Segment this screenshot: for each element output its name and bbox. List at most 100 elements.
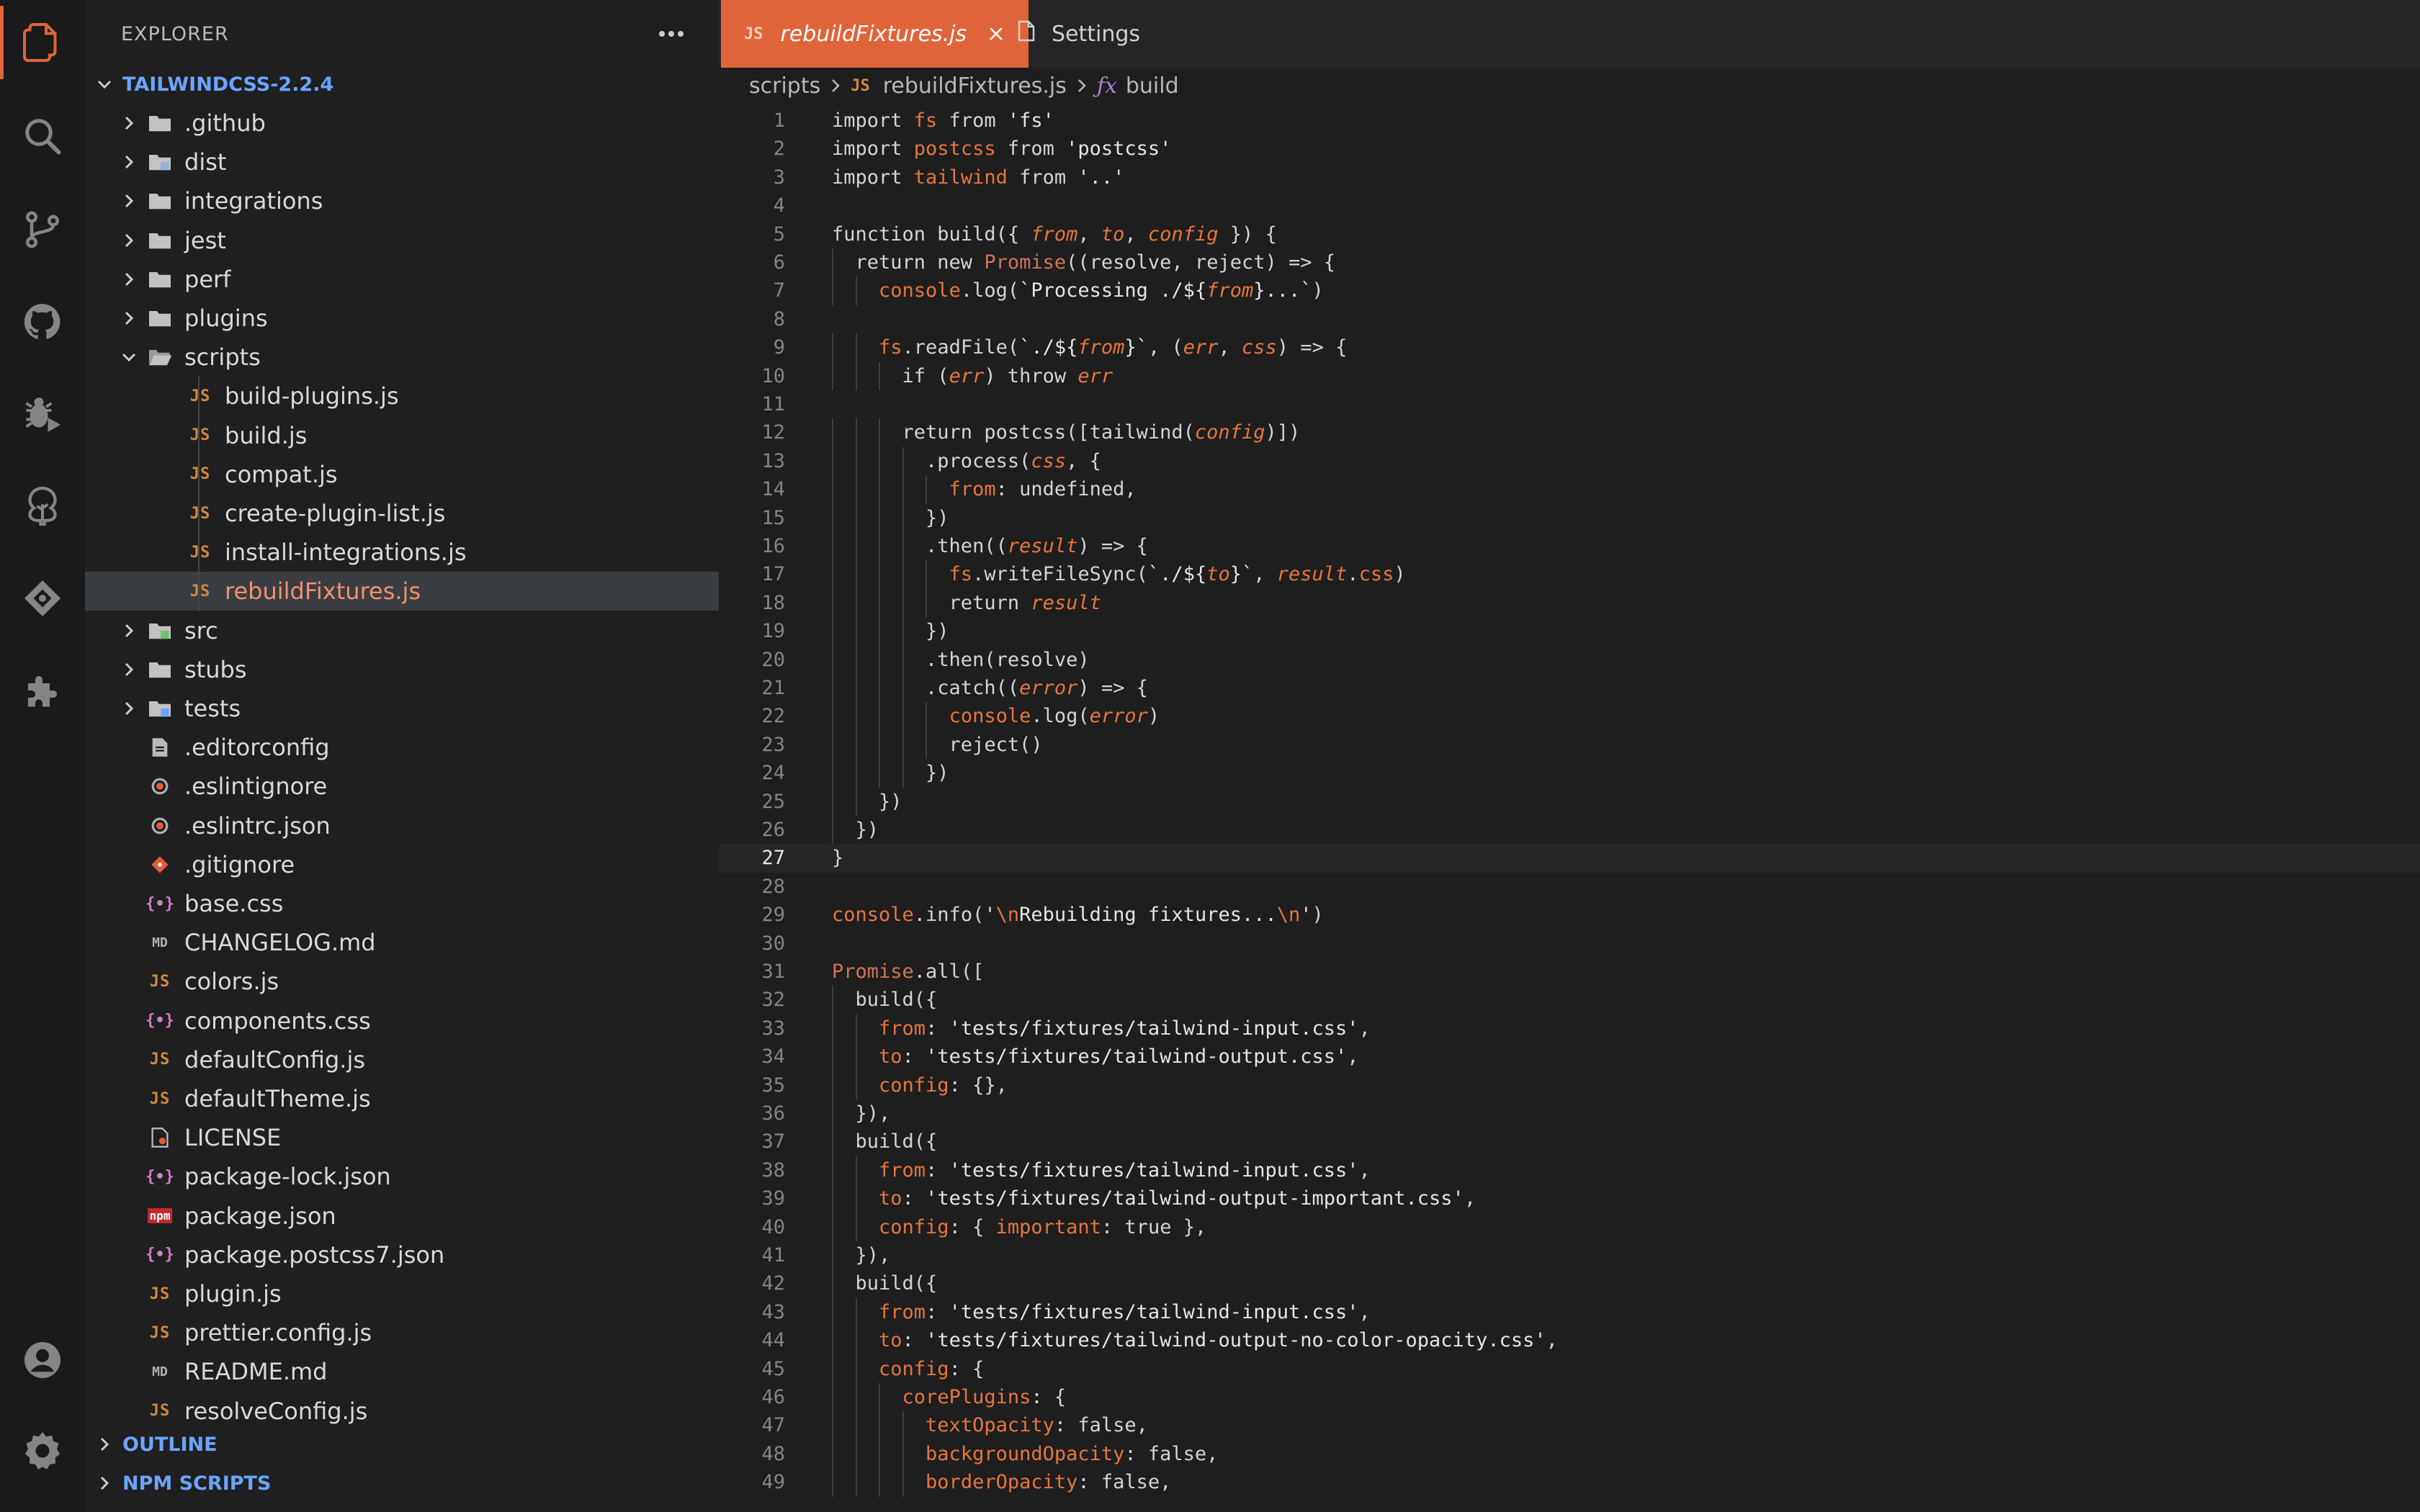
code-line[interactable]: 23 reject() (719, 730, 2420, 760)
file-item[interactable]: JS plugin.js (85, 1274, 719, 1313)
source-control-icon[interactable] (0, 187, 85, 272)
code-line[interactable]: 9 fs.readFile(`./${from}`, (err, css) =>… (719, 333, 2420, 362)
code-line[interactable]: 4 (719, 192, 2420, 220)
code-line[interactable]: 27} (719, 844, 2420, 873)
code-line[interactable]: 43 from: 'tests/fixtures/tailwind-input.… (719, 1297, 2420, 1327)
file-item[interactable]: JS colors.js (85, 962, 719, 1001)
file-item[interactable]: {•} components.css (85, 1002, 719, 1040)
file-item[interactable]: {•} package.postcss7.json (85, 1236, 719, 1274)
file-item[interactable]: {•} package-lock.json (85, 1157, 719, 1196)
code-line[interactable]: 25 }) (719, 787, 2420, 816)
file-item[interactable]: JS compat.js (85, 455, 719, 494)
gitkraken-icon[interactable] (0, 556, 85, 641)
search-icon[interactable] (0, 94, 85, 179)
breadcrumb-file[interactable]: rebuildFixtures.js (883, 73, 1067, 99)
code-line[interactable]: 1 import fs from 'fs' (719, 107, 2420, 135)
file-item[interactable]: .eslintignore (85, 767, 719, 806)
file-item[interactable]: {•} base.css (85, 884, 719, 923)
code-line[interactable]: 42 build({ (719, 1269, 2420, 1298)
code-line[interactable]: 45 config: { (719, 1354, 2420, 1383)
code-line[interactable]: 22 console.log(error) (719, 702, 2420, 731)
code-line[interactable]: 15 }) (719, 503, 2420, 532)
code-line[interactable]: 18 return result (719, 588, 2420, 618)
code-line[interactable]: 49 borderOpacity: false, (719, 1468, 2420, 1497)
file-item[interactable]: .eslintrc.json (85, 806, 719, 845)
file-item[interactable]: MD README.md (85, 1352, 719, 1391)
code-editor[interactable]: 1 import fs from 'fs' 2 import postcss from… (719, 104, 2420, 1512)
file-item[interactable]: JS defaultConfig.js (85, 1040, 719, 1079)
file-item[interactable]: JS rebuildFixtures.js (85, 572, 719, 611)
code-line[interactable]: 11 (719, 390, 2420, 418)
code-line[interactable]: 5 function build({ from, to, config }) { (719, 220, 2420, 248)
code-line[interactable]: 48 backgroundOpacity: false, (719, 1439, 2420, 1469)
code-line[interactable]: 36 }), (719, 1099, 2420, 1128)
code-line[interactable]: 31 Promise.all([ (719, 958, 2420, 986)
code-line[interactable]: 38 from: 'tests/fixtures/tailwind-input.… (719, 1156, 2420, 1185)
code-line[interactable]: 14 from: undefined, (719, 475, 2420, 504)
code-line[interactable]: 26 }) (719, 816, 2420, 845)
code-line[interactable]: 29 console.info('\nRebuilding fixtures...… (719, 901, 2420, 929)
folder-item[interactable]: plugins (85, 299, 719, 338)
code-line[interactable]: 33 from: 'tests/fixtures/tailwind-input.… (719, 1014, 2420, 1043)
workspace-root[interactable]: TAILWINDCSS-2.2.4 (85, 65, 719, 104)
code-line[interactable]: 28 (719, 873, 2420, 901)
run-debug-icon[interactable] (0, 372, 85, 456)
code-line[interactable]: 16 .then((result) => { (719, 532, 2420, 561)
folder-item[interactable]: src (85, 611, 719, 650)
code-line[interactable]: 6 return new Promise((resolve, reject) =… (719, 248, 2420, 277)
file-item[interactable]: .editorconfig (85, 728, 719, 767)
github-icon[interactable] (0, 279, 85, 364)
file-item[interactable]: JS create-plugin-list.js (85, 494, 719, 533)
folder-item[interactable]: perf (85, 260, 719, 299)
code-line[interactable]: 41 }), (719, 1241, 2420, 1270)
breadcrumb-symbol[interactable]: build (1126, 73, 1179, 99)
code-line[interactable]: 39 to: 'tests/fixtures/tailwind-output-i… (719, 1184, 2420, 1213)
code-line[interactable]: 32 build({ (719, 986, 2420, 1014)
explorer-icon[interactable] (0, 0, 85, 85)
code-line[interactable]: 37 build({ (719, 1128, 2420, 1156)
code-line[interactable]: 47 textOpacity: false, (719, 1411, 2420, 1440)
folder-item[interactable]: tests (85, 689, 719, 728)
file-item[interactable]: JS build-plugins.js (85, 377, 719, 415)
account-icon[interactable] (0, 1318, 85, 1403)
outline-section[interactable]: OUTLINE (85, 1425, 719, 1464)
code-line[interactable]: 40 config: { important: true }, (719, 1212, 2420, 1241)
code-line[interactable]: 34 to: 'tests/fixtures/tailwind-output.c… (719, 1043, 2420, 1071)
file-item[interactable]: JS build.js (85, 416, 719, 455)
file-item[interactable]: LICENSE (85, 1118, 719, 1157)
code-line[interactable]: 19 }) (719, 617, 2420, 646)
file-item[interactable]: .gitignore (85, 845, 719, 884)
code-line[interactable]: 30 (719, 930, 2420, 958)
folder-item[interactable]: dist (85, 143, 719, 181)
code-line[interactable]: 10 if (err) throw err (719, 361, 2420, 390)
folder-item[interactable]: scripts (85, 338, 719, 377)
folder-item[interactable]: integrations (85, 181, 719, 220)
extensions-icon[interactable] (0, 648, 85, 733)
manage-gear-icon[interactable] (0, 1408, 85, 1493)
code-line[interactable]: 46 corePlugins: { (719, 1383, 2420, 1412)
code-line[interactable]: 20 .then(resolve) (719, 645, 2420, 674)
code-line[interactable]: 17 fs.writeFileSync(`./${to}`, result.cs… (719, 560, 2420, 589)
file-item[interactable]: MD CHANGELOG.md (85, 923, 719, 962)
tab-settings[interactable]: Settings (994, 0, 1140, 68)
code-line[interactable]: 24 }) (719, 759, 2420, 788)
breadcrumb-folder[interactable]: scripts (749, 73, 820, 99)
code-line[interactable]: 3 import tailwind from '..' (719, 163, 2420, 192)
tab-rebuildfixtures[interactable]: JS rebuildFixtures.js (721, 0, 1029, 68)
tree-icon[interactable] (0, 464, 85, 549)
file-item[interactable]: JS defaultTheme.js (85, 1079, 719, 1118)
code-line[interactable]: 8 (719, 305, 2420, 333)
ellipsis-icon[interactable] (650, 19, 693, 48)
code-line[interactable]: 13 .process(css, { (719, 446, 2420, 476)
code-line[interactable]: 2 import postcss from 'postcss' (719, 135, 2420, 163)
folder-item[interactable]: .github (85, 104, 719, 143)
code-line[interactable]: 7 console.log(`Processing ./${from}...`) (719, 276, 2420, 305)
file-item[interactable]: JS install-integrations.js (85, 533, 719, 572)
code-line[interactable]: 44 to: 'tests/fixtures/tailwind-output-n… (719, 1326, 2420, 1355)
code-line[interactable]: 35 config: {}, (719, 1071, 2420, 1099)
file-item[interactable]: JS prettier.config.js (85, 1313, 719, 1352)
file-item[interactable]: npm package.json (85, 1197, 719, 1236)
folder-item[interactable]: stubs (85, 650, 719, 689)
folder-item[interactable]: jest (85, 221, 719, 260)
npm-scripts-section[interactable]: NPM SCRIPTS (85, 1464, 719, 1503)
